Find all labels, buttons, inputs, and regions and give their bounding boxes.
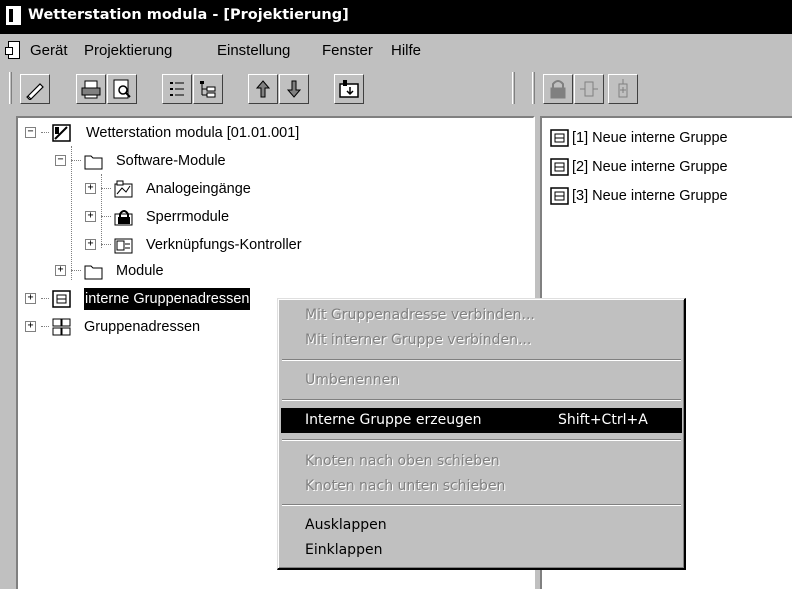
- menu-item-move-up[interactable]: Knoten nach oben schieben: [281, 449, 682, 474]
- lock-icon: [550, 80, 566, 99]
- app-icon[interactable]: [6, 6, 21, 25]
- tree-node-gruppenadressen[interactable]: + Gruppenadressen: [18, 316, 318, 338]
- expand-toggle[interactable]: +: [55, 265, 66, 276]
- device-icon: [52, 124, 71, 142]
- move-down-button[interactable]: [279, 74, 309, 104]
- menu-item-rename[interactable]: Umbenennen: [281, 368, 682, 393]
- tree-node-module[interactable]: + Module: [18, 260, 318, 282]
- group-connect-button[interactable]: [574, 74, 604, 104]
- lock-module-icon: [114, 210, 133, 226]
- collapse-toggle[interactable]: −: [25, 127, 36, 138]
- menu-separator: [282, 504, 681, 506]
- tree-label-root: Wetterstation modula [01.01.001]: [86, 125, 300, 141]
- group-connect-icon: [580, 81, 598, 97]
- analog-input-icon: [114, 180, 133, 198]
- print-button[interactable]: [76, 74, 106, 104]
- toolbar-grip-right[interactable]: [512, 72, 515, 104]
- menu-projektierung[interactable]: Projektierung: [84, 42, 172, 59]
- collapse-toggle[interactable]: −: [55, 155, 66, 166]
- download-button[interactable]: [334, 74, 364, 104]
- group-address-icon: [52, 318, 71, 336]
- lock-button[interactable]: [543, 74, 573, 104]
- arrow-down-icon: [286, 80, 302, 98]
- internal-group-icon: [550, 158, 569, 176]
- side-toolbar: [523, 66, 792, 114]
- tree-label-analogeingaenge: Analogeingänge: [146, 181, 251, 197]
- print-icon: [81, 80, 101, 99]
- internal-group-icon: [52, 290, 71, 308]
- tree-node-root[interactable]: − Wetterstation modula [01.01.001]: [18, 122, 418, 144]
- tree-list-icon: [200, 81, 216, 98]
- menu-fenster[interactable]: Fenster: [322, 42, 373, 59]
- tree-label-sperrmodule: Sperrmodule: [146, 209, 230, 225]
- list-item-label: [1] Neue interne Gruppe: [572, 130, 728, 146]
- menu-separator: [282, 399, 681, 401]
- menu-hilfe[interactable]: Hilfe: [391, 42, 421, 59]
- menu-einstellung[interactable]: Einstellung: [217, 42, 290, 59]
- expand-toggle[interactable]: +: [25, 293, 36, 304]
- menu-item-label: Knoten nach unten schieben: [305, 478, 506, 494]
- print-preview-icon: [113, 79, 131, 99]
- edit-button[interactable]: [20, 74, 50, 104]
- tree-label-interne-gruppenadressen: interne Gruppenadressen: [84, 288, 251, 310]
- tree-node-analogeingaenge[interactable]: + Analogeingänge: [18, 178, 318, 200]
- menu-item-collapse[interactable]: Einklappen: [281, 538, 682, 563]
- menu-item-shortcut: Shift+Ctrl+A: [558, 412, 648, 428]
- tree-node-verknuepfungs-kontroller[interactable]: + Verknüpfungs-Kontroller: [18, 234, 338, 256]
- menu-bar: Gerät Projektierung Einstellung Fenster …: [0, 34, 792, 66]
- group-add-icon: [618, 79, 628, 98]
- tree-label-verknuepfungs-kontroller: Verknüpfungs-Kontroller: [146, 237, 302, 253]
- folder-icon: [84, 155, 103, 170]
- tree-node-sperrmodule[interactable]: + Sperrmodule: [18, 206, 318, 228]
- menu-item-label: Ausklappen: [305, 517, 387, 533]
- list-view-button[interactable]: [162, 74, 192, 104]
- tree-label-gruppenadressen: Gruppenadressen: [84, 319, 201, 335]
- expand-toggle[interactable]: +: [25, 321, 36, 332]
- tree-label-module: Module: [116, 263, 164, 279]
- group-add-button[interactable]: [608, 74, 638, 104]
- main-toolbar: [0, 66, 520, 114]
- expand-toggle[interactable]: +: [85, 183, 96, 194]
- edit-icon: [26, 83, 44, 100]
- arrow-up-icon: [255, 80, 271, 98]
- expand-toggle[interactable]: +: [85, 211, 96, 222]
- menu-item-label: Umbenennen: [305, 372, 400, 388]
- window-title: Wetterstation modula - [Projektierung]: [28, 7, 349, 23]
- document-icon[interactable]: [5, 41, 20, 59]
- menu-item-label: Interne Gruppe erzeugen: [305, 412, 482, 428]
- internal-group-icon: [550, 129, 569, 147]
- context-menu: Mit Gruppenadresse verbinden... Mit inte…: [277, 298, 686, 570]
- tree-label-software-module: Software-Module: [116, 153, 226, 169]
- menu-item-connect-internal-group[interactable]: Mit interner Gruppe verbinden...: [281, 328, 682, 353]
- internal-group-icon: [550, 187, 569, 205]
- menu-item-move-down[interactable]: Knoten nach unten schieben: [281, 474, 682, 499]
- print-preview-button[interactable]: [107, 74, 137, 104]
- list-item-label: [3] Neue interne Gruppe: [572, 188, 728, 204]
- menu-item-create-internal-group[interactable]: Interne Gruppe erzeugen Shift+Ctrl+A: [281, 408, 682, 433]
- download-icon: [339, 80, 359, 98]
- tree-node-interne-gruppenadressen[interactable]: + interne Gruppenadressen: [18, 288, 318, 310]
- list-icon: [170, 82, 184, 96]
- expand-toggle[interactable]: +: [85, 239, 96, 250]
- toolbar-grip[interactable]: [9, 72, 12, 104]
- tree-node-software-module[interactable]: − Software-Module: [18, 150, 318, 172]
- menu-item-label: Knoten nach oben schieben: [305, 453, 500, 469]
- folder-icon: [84, 265, 103, 280]
- menu-item-label: Mit interner Gruppe verbinden...: [305, 332, 532, 348]
- side-toolbar-grip[interactable]: [532, 72, 535, 104]
- menu-item-label: Mit Gruppenadresse verbinden...: [305, 307, 535, 323]
- logic-controller-icon: [114, 238, 133, 254]
- menu-geraet[interactable]: Gerät: [30, 42, 68, 59]
- menu-separator: [282, 439, 681, 441]
- title-bar: Wetterstation modula - [Projektierung]: [0, 0, 792, 34]
- menu-separator: [282, 359, 681, 361]
- list-item-label: [2] Neue interne Gruppe: [572, 159, 728, 175]
- menu-item-connect-group-address[interactable]: Mit Gruppenadresse verbinden...: [281, 303, 682, 328]
- menu-item-expand[interactable]: Ausklappen: [281, 513, 682, 538]
- menu-item-label: Einklappen: [305, 542, 383, 558]
- move-up-button[interactable]: [248, 74, 278, 104]
- tree-view-button[interactable]: [193, 74, 223, 104]
